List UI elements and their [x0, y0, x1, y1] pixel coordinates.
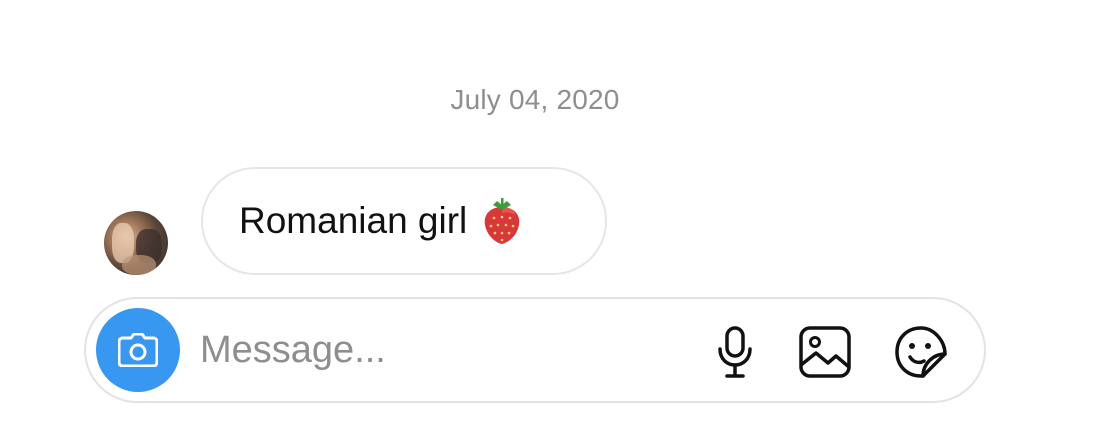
message-input[interactable]	[200, 321, 680, 379]
camera-button[interactable]	[96, 308, 180, 392]
avatar-detail	[122, 255, 156, 275]
message-bubble[interactable]: Romanian girl	[201, 167, 607, 275]
avatar[interactable]	[104, 211, 168, 275]
sticker-button[interactable]	[892, 323, 950, 381]
message-text: Romanian girl	[239, 200, 467, 242]
sticker-icon	[893, 324, 949, 380]
gallery-icon	[798, 325, 852, 379]
date-separator: July 04, 2020	[0, 84, 1070, 116]
message-composer	[84, 297, 986, 403]
gallery-button[interactable]	[796, 323, 854, 381]
microphone-button[interactable]	[706, 323, 764, 381]
camera-icon	[118, 333, 158, 367]
microphone-icon	[715, 325, 755, 379]
chat-screen: July 04, 2020 Romanian girl	[0, 0, 1100, 438]
strawberry-icon	[481, 197, 523, 245]
